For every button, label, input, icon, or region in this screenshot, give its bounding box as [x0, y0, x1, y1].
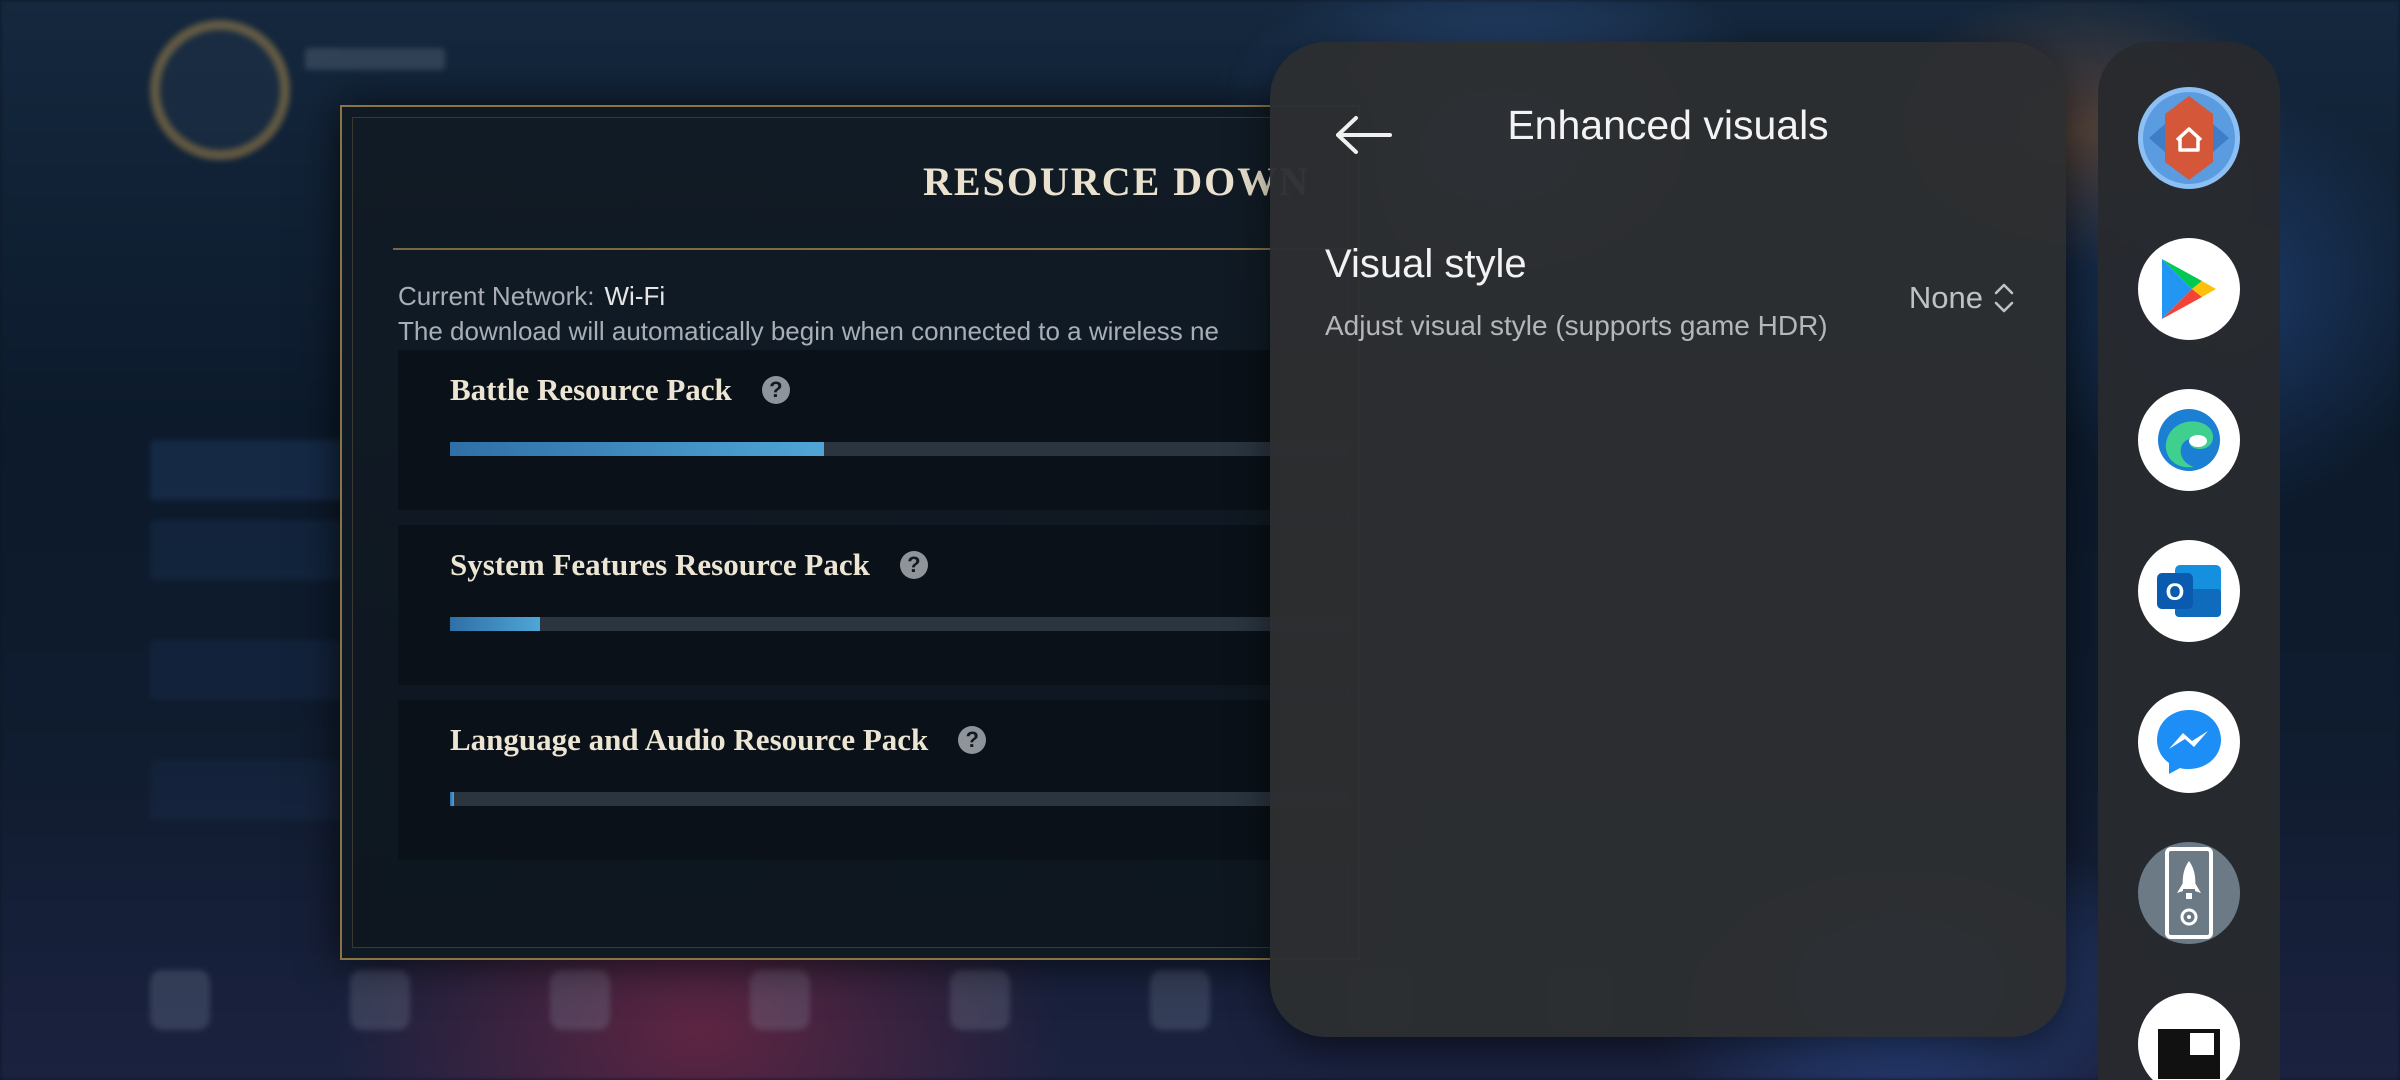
partial-app-glyph — [2158, 1029, 2220, 1079]
pack-title: System Features Resource Pack ? — [450, 547, 928, 583]
messenger-icon[interactable] — [2138, 691, 2240, 793]
game-sidebar-blur — [150, 380, 350, 840]
outlook-icon[interactable]: O — [2138, 540, 2240, 642]
visual-style-selector[interactable]: None — [1909, 280, 2015, 316]
resource-pack-battle: Battle Resource Pack ? — [398, 350, 1358, 510]
outlook-glyph: O — [2157, 565, 2221, 617]
screen: RESOURCE DOWN Current Network: Wi-Fi The … — [0, 0, 2400, 1080]
progress-fill — [450, 792, 454, 806]
auto-download-note: The download will automatically begin wh… — [398, 316, 1219, 346]
pack-name: Language and Audio Resource Pack — [450, 722, 929, 757]
messenger-glyph — [2157, 710, 2221, 774]
outlook-letter: O — [2166, 579, 2185, 606]
resource-pack-language-audio: Language and Audio Resource Pack ? — [398, 700, 1358, 860]
help-icon[interactable]: ? — [899, 551, 928, 579]
pack-name: System Features Resource Pack — [450, 547, 870, 582]
progress-fill — [450, 442, 824, 456]
booster-glyph — [2165, 847, 2213, 939]
resource-pack-system-features: System Features Resource Pack ? — [398, 525, 1358, 685]
partial-app-icon[interactable] — [2138, 993, 2240, 1080]
progress-bar — [450, 617, 1350, 631]
title-divider — [393, 248, 1347, 250]
google-play-icon[interactable] — [2138, 238, 2240, 340]
chevron-up-down-icon — [1994, 283, 2014, 313]
pack-title: Language and Audio Resource Pack ? — [450, 722, 987, 758]
setting-description: Adjust visual style (supports game HDR) — [1325, 310, 1828, 341]
network-value: Wi-Fi — [604, 281, 666, 311]
panel-title: Enhanced visuals — [1507, 102, 1829, 148]
pack-name: Battle Resource Pack — [450, 372, 732, 407]
help-icon[interactable]: ? — [958, 726, 987, 754]
help-icon[interactable]: ? — [761, 376, 790, 404]
edge-glyph — [2158, 409, 2220, 471]
resource-download-dialog: RESOURCE DOWN Current Network: Wi-Fi The … — [340, 105, 1360, 960]
app-dock: O — [2098, 42, 2280, 1080]
setting-value: None — [1908, 280, 1983, 315]
network-label: Current Network: — [398, 281, 595, 311]
player-emblem — [150, 20, 290, 160]
progress-fill — [450, 617, 540, 631]
setting-title: Visual style — [1325, 242, 1527, 286]
dialog-frame: RESOURCE DOWN Current Network: Wi-Fi The … — [352, 117, 1358, 948]
progress-bar — [450, 442, 1350, 456]
play-glyph — [2162, 259, 2216, 319]
visual-style-setting[interactable]: Visual style Adjust visual style (suppor… — [1325, 242, 2015, 402]
launcher-glyph — [2149, 96, 2229, 180]
pack-title: Battle Resource Pack ? — [450, 372, 790, 408]
game-launcher-home-icon[interactable] — [2138, 87, 2240, 189]
enhanced-visuals-panel: Enhanced visuals Visual style Adjust vis… — [1270, 42, 2066, 1037]
progress-bar — [450, 792, 1350, 806]
game-booster-rocket-icon[interactable] — [2138, 842, 2240, 944]
player-name-blur — [305, 48, 445, 70]
current-network-line: Current Network: Wi-Fi — [398, 281, 665, 312]
microsoft-edge-icon[interactable] — [2138, 389, 2240, 491]
